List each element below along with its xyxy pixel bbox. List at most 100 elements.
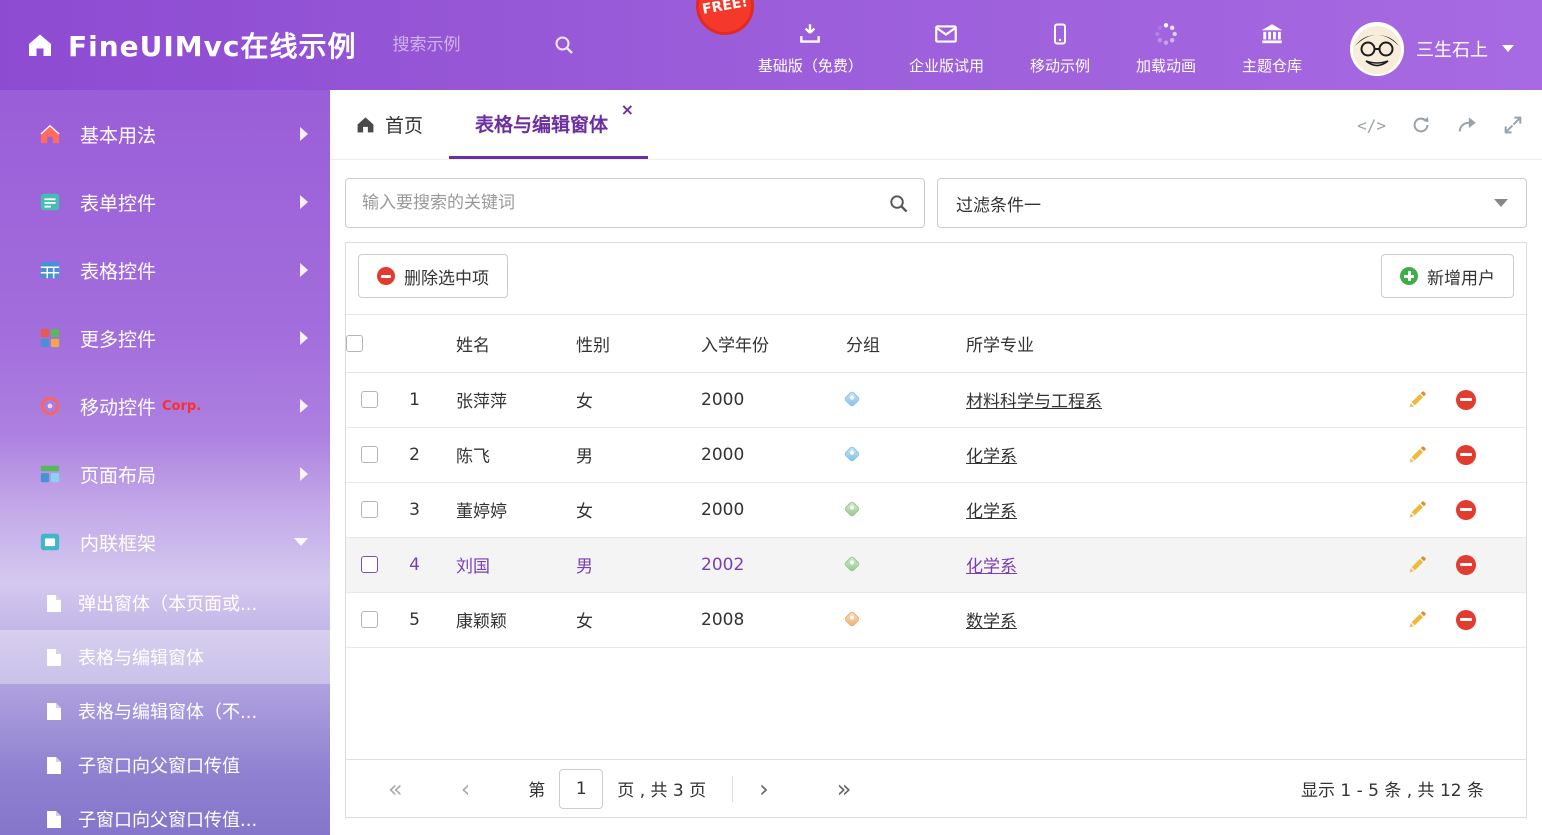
major-link[interactable]: 数学系 bbox=[966, 612, 1017, 632]
sidebar-subitem-grid-edit-window-2[interactable]: 表格与编辑窗体（不... bbox=[0, 684, 330, 738]
edit-icon[interactable] bbox=[1406, 554, 1428, 576]
group-tag-icon bbox=[844, 610, 861, 627]
table-header-row: 姓名 性别 入学年份 分组 所学专业 bbox=[346, 315, 1526, 372]
table-row[interactable]: 2 陈飞 男 2000 化学系 bbox=[346, 427, 1526, 482]
spinner-icon bbox=[1153, 21, 1179, 47]
keyword-search-box bbox=[345, 178, 925, 228]
row-checkbox[interactable] bbox=[361, 556, 378, 573]
delete-icon[interactable] bbox=[1455, 444, 1477, 466]
sidebar-item-basic-usage[interactable]: 基本用法 bbox=[0, 100, 330, 168]
major-link[interactable]: 材料科学与工程系 bbox=[966, 392, 1102, 412]
share-icon[interactable] bbox=[1456, 114, 1478, 136]
delete-icon[interactable] bbox=[1455, 554, 1477, 576]
cell-year: 2000 bbox=[677, 427, 822, 482]
col-index bbox=[392, 315, 432, 372]
plus-circle-icon bbox=[1400, 267, 1418, 285]
page-number-input[interactable] bbox=[559, 769, 603, 809]
select-all-checkbox[interactable] bbox=[346, 335, 363, 352]
cell-year: 2000 bbox=[677, 482, 822, 537]
refresh-icon[interactable] bbox=[1410, 114, 1432, 136]
cell-name: 刘国 bbox=[432, 537, 552, 592]
nav-item-loading-animation[interactable]: 加载动画 bbox=[1136, 15, 1196, 76]
close-icon[interactable]: × bbox=[621, 102, 634, 118]
delete-selected-button[interactable]: 删除选中项 bbox=[358, 254, 508, 298]
next-page-icon[interactable]: › bbox=[759, 777, 769, 801]
table-row[interactable]: 5 康颖颖 女 2008 数学系 bbox=[346, 592, 1526, 647]
chevron-right-icon bbox=[300, 263, 308, 277]
sidebar-subitem-grid-edit-window[interactable]: 表格与编辑窗体 bbox=[0, 630, 330, 684]
chevron-right-icon bbox=[300, 399, 308, 413]
nav-item-enterprise-trial[interactable]: 企业版试用 bbox=[909, 15, 984, 76]
edit-icon[interactable] bbox=[1406, 609, 1428, 631]
search-icon[interactable] bbox=[872, 179, 924, 227]
data-table: 姓名 性别 入学年份 分组 所学专业 1 张萍萍 女 2000 材料科学与工程系 bbox=[346, 315, 1526, 648]
nav-label: 主题仓库 bbox=[1242, 55, 1302, 76]
sidebar-subitem-popup-window[interactable]: 弹出窗体（本页面或... bbox=[0, 576, 330, 630]
mobile-icon bbox=[1048, 21, 1072, 47]
delete-icon[interactable] bbox=[1455, 609, 1477, 631]
col-major: 所学专业 bbox=[942, 315, 1406, 372]
chevron-right-icon bbox=[300, 127, 308, 141]
search-icon[interactable] bbox=[553, 34, 575, 56]
chevron-right-icon bbox=[300, 195, 308, 209]
top-search-input[interactable] bbox=[393, 35, 543, 55]
edit-icon[interactable] bbox=[1406, 499, 1428, 521]
delete-icon[interactable] bbox=[1455, 499, 1477, 521]
filter-dropdown[interactable]: 过滤条件一 bbox=[937, 178, 1527, 228]
delete-icon[interactable] bbox=[1455, 389, 1477, 411]
form-icon bbox=[38, 190, 62, 214]
sidebar-item-page-layout[interactable]: 页面布局 bbox=[0, 440, 330, 508]
sidebar-item-iframe[interactable]: 内联框架 bbox=[0, 508, 330, 576]
code-icon[interactable]: </> bbox=[1357, 116, 1386, 135]
nav-label: 移动示例 bbox=[1030, 55, 1090, 76]
tab-grid-edit-window[interactable]: 表格与编辑窗体 × bbox=[449, 90, 648, 159]
expand-icon[interactable] bbox=[1502, 114, 1524, 136]
sidebar-item-label: 表单控件 bbox=[80, 189, 156, 216]
prev-page-icon[interactable]: ‹ bbox=[461, 777, 471, 801]
sidebar-item-grid-controls[interactable]: 表格控件 bbox=[0, 236, 330, 304]
keyword-search-input[interactable] bbox=[346, 193, 872, 213]
first-page-icon[interactable]: « bbox=[388, 777, 403, 801]
edit-icon[interactable] bbox=[1406, 444, 1428, 466]
add-user-button[interactable]: 新增用户 bbox=[1381, 254, 1514, 298]
table-row[interactable]: 3 董婷婷 女 2000 化学系 bbox=[346, 482, 1526, 537]
major-link[interactable]: 化学系 bbox=[966, 557, 1017, 577]
group-tag-icon bbox=[844, 445, 861, 462]
sidebar-subitem-child-to-parent[interactable]: 子窗口向父窗口传值 bbox=[0, 738, 330, 792]
chevron-right-icon bbox=[300, 467, 308, 481]
nav-item-basic-free[interactable]: 基础版（免费） bbox=[758, 15, 863, 76]
grid-toolbar: 删除选中项 新增用户 bbox=[346, 243, 1526, 315]
sidebar-item-form-controls[interactable]: 表单控件 bbox=[0, 168, 330, 236]
row-checkbox[interactable] bbox=[361, 446, 378, 463]
user-menu[interactable]: 三生石上 bbox=[1350, 22, 1514, 76]
edit-icon[interactable] bbox=[1406, 389, 1428, 411]
row-index: 3 bbox=[392, 482, 432, 537]
cell-gender: 男 bbox=[552, 537, 677, 592]
row-checkbox[interactable] bbox=[361, 391, 378, 408]
cell-gender: 女 bbox=[552, 482, 677, 537]
nav-item-mobile-demo[interactable]: 移动示例 bbox=[1030, 15, 1090, 76]
last-page-icon[interactable]: » bbox=[837, 777, 852, 801]
cell-name: 董婷婷 bbox=[432, 482, 552, 537]
chevron-down-icon bbox=[1494, 199, 1508, 207]
major-link[interactable]: 化学系 bbox=[966, 447, 1017, 467]
app-title: FineUIMvc在线示例 bbox=[68, 25, 357, 65]
sidebar-item-mobile-controls[interactable]: 移动控件 Corp. bbox=[0, 372, 330, 440]
chevron-down-icon bbox=[1502, 45, 1514, 52]
nav-label: 企业版试用 bbox=[909, 55, 984, 76]
row-checkbox[interactable] bbox=[361, 501, 378, 518]
tab-home[interactable]: 首页 bbox=[330, 90, 449, 159]
row-checkbox[interactable] bbox=[361, 611, 378, 628]
table-row[interactable]: 1 张萍萍 女 2000 材料科学与工程系 bbox=[346, 372, 1526, 427]
sidebar-item-label: 页面布局 bbox=[80, 461, 156, 488]
page-label-suffix: 页 , 共 3 页 bbox=[617, 776, 706, 801]
sidebar-subitem-child-to-parent-2[interactable]: 子窗口向父窗口传值... bbox=[0, 792, 330, 835]
cell-gender: 女 bbox=[552, 372, 677, 427]
table-row-selected[interactable]: 4 刘国 男 2002 化学系 bbox=[346, 537, 1526, 592]
major-link[interactable]: 化学系 bbox=[966, 502, 1017, 522]
avatar bbox=[1350, 22, 1404, 76]
home-icon bbox=[38, 122, 62, 146]
nav-item-theme-repo[interactable]: 主题仓库 bbox=[1242, 15, 1302, 76]
col-actions bbox=[1406, 315, 1526, 372]
sidebar-item-more-controls[interactable]: 更多控件 bbox=[0, 304, 330, 372]
